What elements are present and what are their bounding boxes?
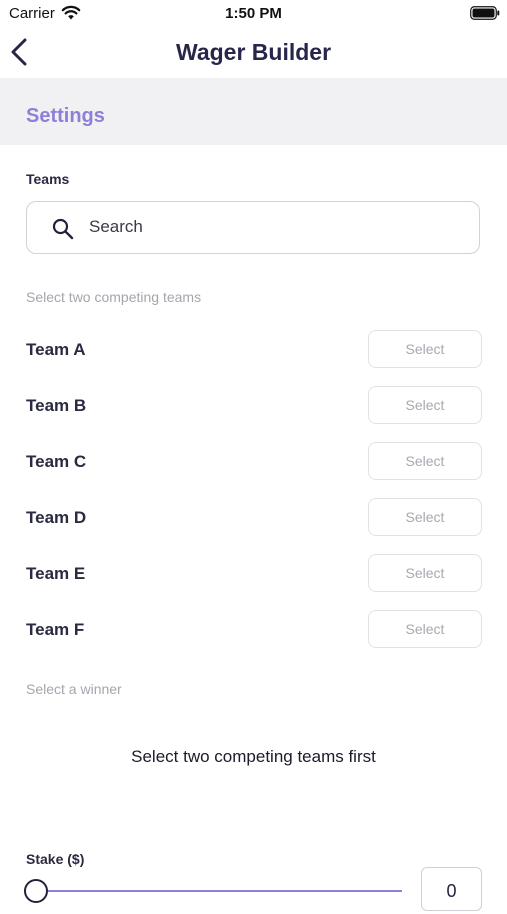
slider-thumb[interactable]	[24, 879, 48, 903]
nav-bar: Wager Builder	[0, 28, 507, 76]
select-team-a-button[interactable]: Select	[368, 330, 482, 368]
team-name: Team D	[26, 508, 87, 527]
settings-title: Settings	[26, 105, 105, 127]
select-team-d-button[interactable]: Select	[368, 498, 482, 536]
stake-label: Stake ($)	[26, 851, 85, 867]
team-name: Team A	[26, 340, 86, 359]
select-team-e-button[interactable]: Select	[368, 554, 482, 592]
team-row: Team A Select	[0, 330, 507, 370]
select-team-b-button[interactable]: Select	[368, 386, 482, 424]
battery-icon	[470, 6, 500, 20]
stake-slider[interactable]	[24, 878, 404, 904]
team-row: Team E Select	[0, 554, 507, 594]
slider-track	[36, 890, 402, 892]
search-field[interactable]	[26, 201, 480, 254]
team-row: Team B Select	[0, 386, 507, 426]
status-bar: Carrier 1:50 PM	[0, 0, 507, 28]
teams-label: Teams	[26, 171, 70, 187]
winner-empty-message: Select two competing teams first	[131, 747, 376, 766]
team-row: Team D Select	[0, 498, 507, 538]
team-name: Team B	[26, 396, 87, 415]
select-team-c-button[interactable]: Select	[368, 442, 482, 480]
search-input[interactable]	[87, 202, 469, 252]
page-title: Wager Builder	[175, 39, 332, 65]
select-team-f-button[interactable]: Select	[368, 610, 482, 648]
team-name: Team F	[26, 620, 85, 639]
winner-hint: Select a winner	[26, 681, 122, 697]
stake-value-field[interactable]: 0	[421, 867, 482, 911]
teams-hint: Select two competing teams	[26, 289, 202, 305]
team-row: Team C Select	[0, 442, 507, 482]
settings-header: Settings	[0, 78, 507, 145]
search-icon	[52, 218, 74, 240]
team-name: Team E	[26, 564, 86, 583]
team-name: Team C	[26, 452, 87, 471]
team-row: Team F Select	[0, 610, 507, 650]
status-time: 1:50 PM	[225, 5, 282, 22]
